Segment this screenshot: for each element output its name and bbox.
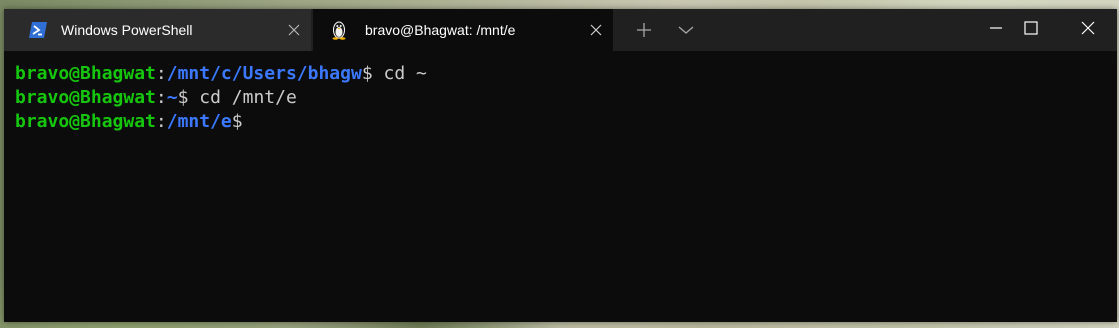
- prompt-user: bravo@Bhagwat: [15, 111, 156, 132]
- tab-bravo-bhagwat[interactable]: bravo@Bhagwat: /mnt/e: [313, 9, 613, 51]
- terminal-output[interactable]: bravo@Bhagwat:/mnt/c/Users/bhagw$ cd ~ b…: [4, 51, 1117, 322]
- prompt-symbol: $: [361, 63, 373, 84]
- prompt-path: /mnt/e: [166, 111, 232, 132]
- prompt-path: ~: [166, 87, 178, 108]
- tab-label: bravo@Bhagwat: /mnt/e: [365, 22, 516, 38]
- tab-label: Windows PowerShell: [61, 22, 193, 38]
- terminal-window: Windows PowerShell bravo@Bhagwat: /mnt/e…: [4, 9, 1117, 322]
- command-text: cd /mnt/e: [188, 87, 297, 108]
- prompt-colon: :: [155, 63, 167, 84]
- tab-windows-powershell[interactable]: Windows PowerShell: [4, 9, 311, 51]
- plus-icon[interactable]: [634, 20, 654, 40]
- command-text: cd ~: [372, 63, 427, 84]
- powershell-icon: [28, 20, 48, 40]
- linux-penguin-icon: [329, 20, 349, 40]
- title-bar[interactable]: Windows PowerShell bravo@Bhagwat: /mnt/e: [4, 9, 1117, 51]
- close-tab-icon[interactable]: [287, 23, 301, 37]
- prompt-colon: :: [155, 87, 167, 108]
- terminal-line: bravo@Bhagwat:/mnt/c/Users/bhagw$ cd ~: [15, 62, 1117, 86]
- close-tab-icon[interactable]: [589, 23, 603, 37]
- chevron-down-icon[interactable]: [676, 20, 696, 40]
- prompt-path: /mnt/c/Users/bhagw: [166, 63, 362, 84]
- prompt-symbol: $: [231, 111, 243, 132]
- terminal-line: bravo@Bhagwat:/mnt/e$: [15, 110, 1117, 134]
- prompt-user: bravo@Bhagwat: [15, 63, 156, 84]
- close-icon[interactable]: [1065, 9, 1111, 47]
- maximize-icon[interactable]: [1008, 9, 1054, 47]
- prompt-colon: :: [155, 111, 167, 132]
- prompt-symbol: $: [177, 87, 189, 108]
- prompt-user: bravo@Bhagwat: [15, 87, 156, 108]
- terminal-line: bravo@Bhagwat:~$ cd /mnt/e: [15, 86, 1117, 110]
